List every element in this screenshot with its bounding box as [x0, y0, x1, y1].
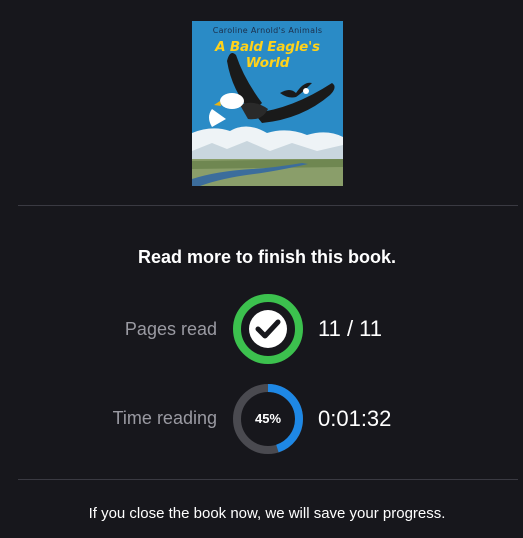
book-cover: Caroline Arnold's Animals A Bald Eagle's… — [192, 21, 343, 186]
book-series-text: Caroline Arnold's Animals — [212, 26, 323, 35]
time-reading-label: Time reading — [112, 408, 217, 428]
pages-read-label: Pages read — [124, 319, 217, 339]
book-title-text: A Bald Eagle's World — [215, 39, 320, 71]
reading-progress-screen: Caroline Arnold's Animals A Bald Eagle's… — [0, 0, 523, 538]
page-heading: Read more to finish this book. — [137, 247, 397, 267]
divider-bottom — [18, 479, 518, 480]
save-progress-note: If you close the book now, we will save … — [88, 505, 446, 522]
pages-read-value: 11 / 11 — [318, 316, 383, 341]
time-reading-value: 0:01:32 — [318, 406, 392, 431]
time-reading-ring: 45% — [232, 383, 304, 455]
pages-read-ring — [232, 293, 304, 365]
divider-top — [18, 205, 518, 206]
time-progress-percent: 45% — [254, 411, 282, 426]
checkmark-icon — [249, 310, 287, 348]
